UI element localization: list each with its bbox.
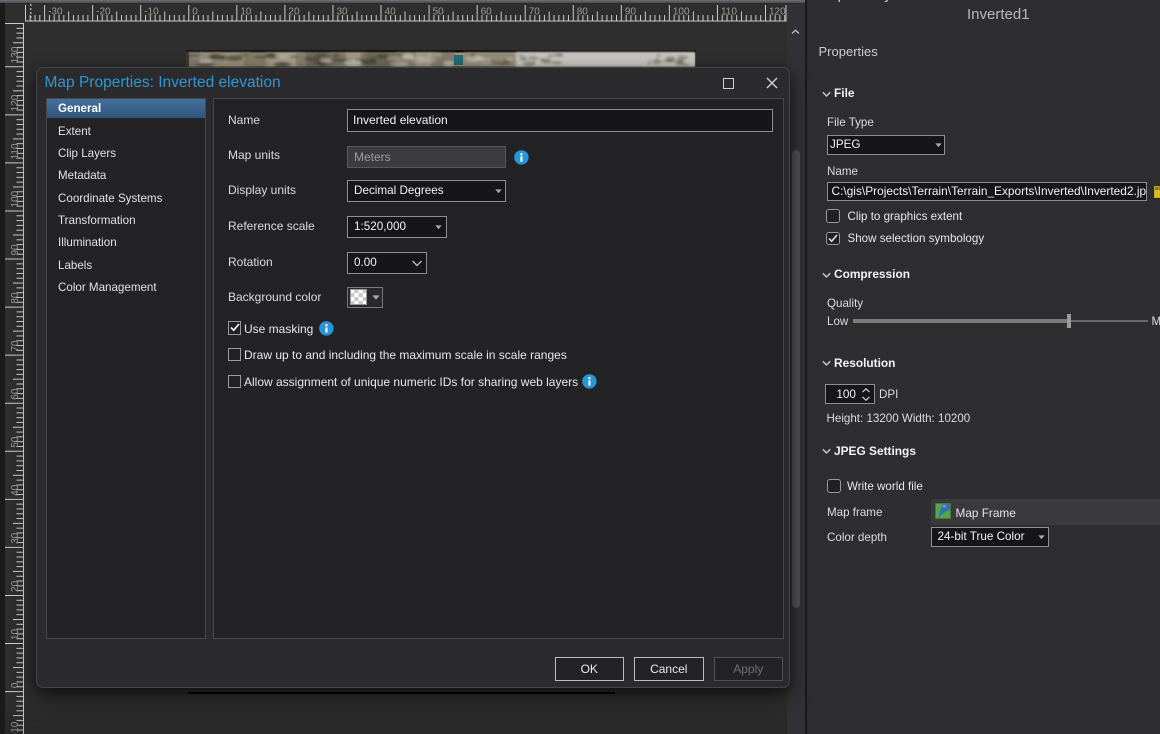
svg-text:0: 0 [192,6,198,17]
svg-text:-10: -10 [144,6,159,17]
svg-text:90: 90 [10,244,21,256]
svg-text:80: 80 [577,6,589,17]
svg-text:0: 0 [10,682,21,688]
svg-text:70: 70 [10,340,21,352]
svg-text:100: 100 [10,190,21,207]
svg-text:80: 80 [10,292,21,304]
svg-text:60: 60 [481,6,493,17]
svg-text:110: 110 [721,6,737,17]
svg-text:20: 20 [10,580,21,592]
svg-text:-30: -30 [48,6,63,17]
svg-text:50: 50 [10,436,21,448]
svg-text:10: 10 [240,6,252,17]
svg-text:50: 50 [433,6,445,17]
svg-text:130: 130 [10,46,21,63]
svg-text:30: 30 [10,532,21,544]
svg-text:40: 40 [10,484,21,496]
svg-text:110: 110 [10,143,21,159]
svg-text:120: 120 [10,94,21,111]
svg-text:70: 70 [529,6,541,17]
svg-text:-20: -20 [96,6,111,17]
svg-text:100: 100 [673,6,690,17]
svg-text:40: 40 [385,6,397,17]
svg-text:10: 10 [10,628,21,640]
svg-text:120: 120 [769,6,786,17]
svg-text:60: 60 [10,388,21,400]
svg-text:30: 30 [336,6,348,17]
svg-text:20: 20 [288,6,300,17]
svg-text:90: 90 [625,6,637,17]
